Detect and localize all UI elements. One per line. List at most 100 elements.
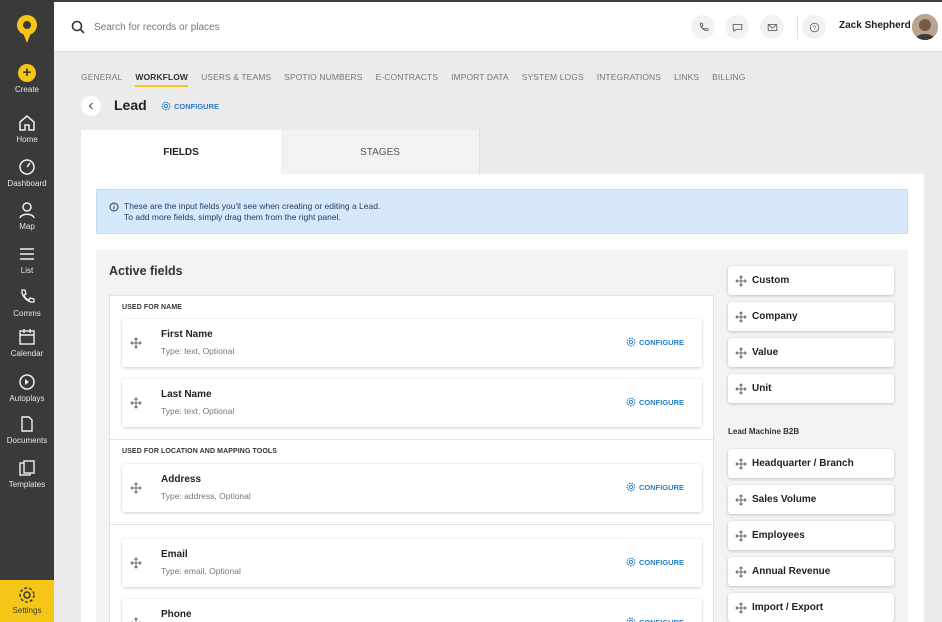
- field-name: Address: [161, 474, 202, 485]
- sidebar-item-comms[interactable]: Comms: [0, 288, 54, 318]
- sidebar-item-list[interactable]: List: [0, 245, 54, 275]
- configure-lead-button[interactable]: CONFIGURE: [161, 101, 219, 111]
- configure-field-button[interactable]: CONFIGURE: [626, 337, 684, 347]
- dashboard-icon: [19, 159, 35, 175]
- tab-fields[interactable]: FIELDS: [81, 130, 281, 174]
- gear-icon: [626, 397, 636, 407]
- calendar-icon: [19, 329, 35, 345]
- section-title-lead-machine: Lead Machine B2B: [728, 427, 800, 436]
- sidebar-item-label: Autoplays: [9, 394, 45, 403]
- sidebar-item-autoplays[interactable]: Autoplays: [0, 373, 54, 403]
- available-field-label: Headquarter / Branch: [752, 458, 854, 469]
- mail-button[interactable]: [760, 15, 784, 39]
- sidebar-item-calendar[interactable]: Calendar: [0, 328, 54, 358]
- drag-handle-icon[interactable]: [735, 530, 747, 542]
- map-pin-icon: [19, 202, 35, 219]
- page-title: Lead: [114, 97, 147, 113]
- available-field-headquarter-branch[interactable]: Headquarter / Branch: [728, 449, 894, 478]
- configure-label: CONFIGURE: [639, 337, 684, 347]
- configure-field-button[interactable]: CONFIGURE: [626, 482, 684, 492]
- active-fields-title: Active fields: [109, 264, 183, 278]
- field-type: Type: text, Optional: [161, 346, 235, 356]
- gear-icon: [626, 337, 636, 347]
- sidebar-item-home[interactable]: Home: [0, 114, 54, 144]
- field-card-first-name[interactable]: First Name Type: text, Optional CONFIGUR…: [122, 319, 702, 367]
- drag-handle-icon[interactable]: [130, 397, 142, 409]
- help-icon: ?: [809, 22, 819, 32]
- list-icon: [20, 248, 34, 260]
- available-field-label: Company: [752, 311, 798, 322]
- group-title: USED FOR NAME: [122, 304, 183, 311]
- sidebar-item-label: Comms: [13, 309, 41, 318]
- configure-field-button[interactable]: CONFIGURE: [626, 617, 684, 622]
- drag-handle-icon[interactable]: [735, 275, 747, 287]
- create-button[interactable]: + Create: [0, 64, 54, 94]
- available-field-employees[interactable]: Employees: [728, 521, 894, 550]
- drag-handle-icon[interactable]: [735, 458, 747, 470]
- drag-handle-icon[interactable]: [735, 311, 747, 323]
- drag-handle-icon[interactable]: [130, 557, 142, 569]
- field-card-address[interactable]: Address Type: address, Optional CONFIGUR…: [122, 464, 702, 512]
- sidebar-item-documents[interactable]: Documents: [0, 415, 54, 445]
- home-icon: [19, 115, 35, 131]
- chat-button[interactable]: [725, 15, 749, 39]
- available-field-custom[interactable]: Custom: [728, 266, 894, 295]
- gear-icon: [161, 101, 171, 111]
- tab-import-data[interactable]: IMPORT DATA: [451, 72, 509, 87]
- configure-field-button[interactable]: CONFIGURE: [626, 397, 684, 407]
- tab-users-teams[interactable]: USERS & TEAMS: [201, 72, 271, 87]
- tab-integrations[interactable]: INTEGRATIONS: [597, 72, 661, 87]
- available-field-label: Annual Revenue: [752, 566, 831, 577]
- field-group-name: USED FOR NAME First Name Type: text, Opt…: [109, 295, 714, 440]
- available-field-label: Import / Export: [752, 602, 824, 613]
- drag-handle-icon[interactable]: [130, 617, 142, 622]
- avatar[interactable]: [912, 14, 938, 40]
- available-field-import-export[interactable]: Import / Export: [728, 593, 894, 622]
- field-card-last-name[interactable]: Last Name Type: text, Optional CONFIGURE: [122, 379, 702, 427]
- tab-links[interactable]: LINKS: [674, 72, 699, 87]
- available-field-unit[interactable]: Unit: [728, 374, 894, 403]
- available-field-annual-revenue[interactable]: Annual Revenue: [728, 557, 894, 586]
- tab-system-logs[interactable]: SYSTEM LOGS: [522, 72, 584, 87]
- field-type: Type: address, Optional: [161, 491, 251, 501]
- sidebar-item-map[interactable]: Map: [0, 201, 54, 231]
- available-field-value[interactable]: Value: [728, 338, 894, 367]
- field-card-phone[interactable]: Phone CONFIGURE: [122, 599, 702, 622]
- drag-handle-icon[interactable]: [130, 482, 142, 494]
- available-field-sales-volume[interactable]: Sales Volume: [728, 485, 894, 514]
- sidebar-item-label: Settings: [12, 606, 42, 615]
- search-input[interactable]: [94, 17, 394, 37]
- drag-handle-icon[interactable]: [735, 566, 747, 578]
- tab-general[interactable]: GENERAL: [81, 72, 122, 87]
- tab-billing[interactable]: BILLING: [712, 72, 745, 87]
- sidebar-item-label: Templates: [8, 480, 46, 489]
- sidebar-item-dashboard[interactable]: Dashboard: [0, 158, 54, 188]
- sidebar: + Create Home Dashboard Map List Comms C…: [0, 0, 54, 622]
- sidebar-item-settings[interactable]: Settings: [0, 580, 54, 622]
- back-button[interactable]: [81, 96, 101, 116]
- drag-handle-icon[interactable]: [735, 347, 747, 359]
- tab-workflow[interactable]: WORKFLOW: [135, 72, 189, 87]
- help-button[interactable]: ?: [802, 15, 826, 39]
- tab-stages[interactable]: STAGES: [281, 130, 480, 174]
- field-card-email[interactable]: Email Type: email, Optional CONFIGURE: [122, 539, 702, 587]
- tab-e-contracts[interactable]: E-CONTRACTS: [376, 72, 439, 87]
- user-name[interactable]: Zack Shepherd: [839, 20, 911, 31]
- call-button[interactable]: [691, 15, 715, 39]
- app-logo[interactable]: [15, 14, 39, 44]
- available-field-company[interactable]: Company: [728, 302, 894, 331]
- drag-handle-icon[interactable]: [735, 494, 747, 506]
- gear-icon: [626, 482, 636, 492]
- tab-spotio-numbers[interactable]: SPOTIO NUMBERS: [284, 72, 362, 87]
- drag-handle-icon[interactable]: [735, 383, 747, 395]
- sidebar-item-templates[interactable]: Templates: [0, 459, 54, 489]
- configure-field-button[interactable]: CONFIGURE: [626, 557, 684, 567]
- svg-text:?: ?: [812, 24, 816, 31]
- configure-label: CONFIGURE: [174, 101, 219, 111]
- gear-icon: [19, 587, 35, 603]
- field-type: Type: email, Optional: [161, 566, 241, 576]
- drag-handle-icon[interactable]: [130, 337, 142, 349]
- main-area: ? Zack Shepherd GENERAL WORKFLOW USERS &…: [54, 2, 942, 622]
- gear-icon: [626, 617, 636, 622]
- drag-handle-icon[interactable]: [735, 602, 747, 614]
